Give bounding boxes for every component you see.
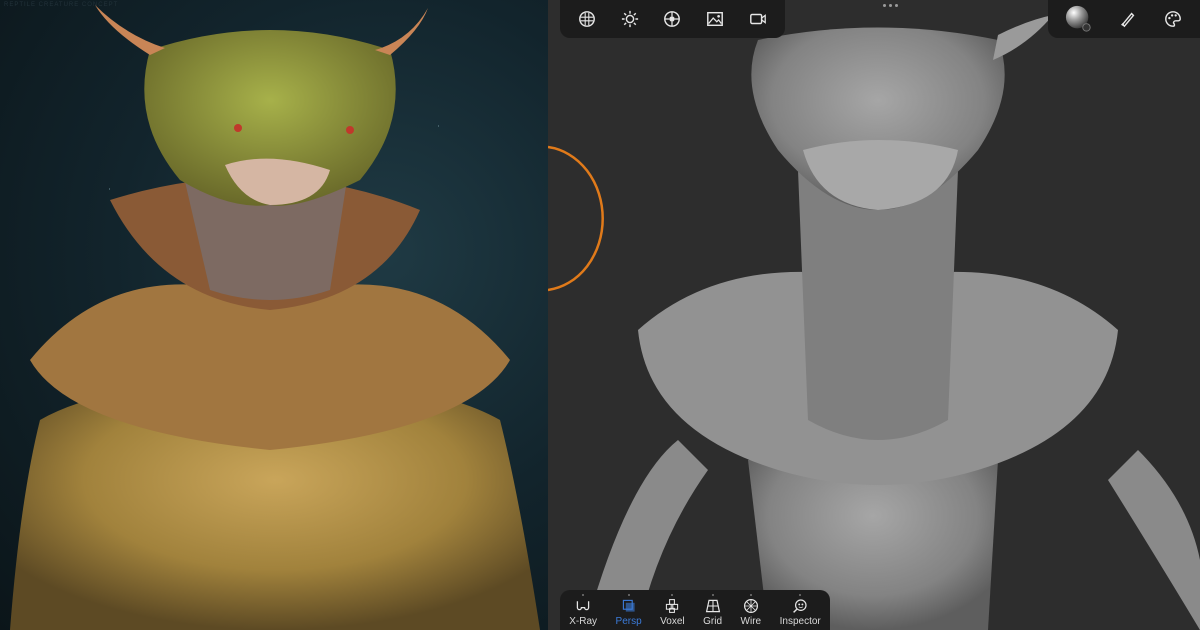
material-icon — [1065, 5, 1091, 32]
lighting-button[interactable] — [619, 8, 641, 30]
background-button[interactable] — [704, 8, 726, 30]
render-image: REPTILE CREATURE CONCEPT — [0, 0, 548, 630]
voxel-label: Voxel — [660, 616, 685, 627]
more-options-button[interactable] — [883, 4, 898, 7]
top-toolbar — [560, 0, 785, 38]
background-icon — [707, 11, 723, 27]
xray-icon — [576, 601, 590, 611]
persp-label: Persp — [615, 616, 642, 627]
gray-creature-sculpt — [588, 15, 1200, 630]
lighting-icon — [621, 10, 638, 28]
brush-button[interactable] — [1117, 8, 1139, 30]
palette-button[interactable] — [1162, 8, 1184, 30]
xray-button[interactable]: X-Ray — [569, 594, 598, 628]
inspector-button[interactable]: Inspector — [779, 594, 821, 628]
persp-icon — [622, 599, 635, 612]
inspector-label: Inspector — [779, 616, 821, 627]
colored-creature-bust — [10, 5, 540, 630]
brush-cursor-ring — [548, 145, 604, 292]
wire-label: Wire — [740, 616, 762, 627]
shading-button[interactable] — [661, 8, 683, 30]
grid-button[interactable]: Grid — [703, 594, 723, 628]
voxel-icon — [666, 599, 679, 613]
wire-button[interactable]: Wire — [740, 594, 762, 628]
right-toolbar — [1048, 0, 1200, 38]
scene-icon — [579, 11, 596, 27]
grid-label: Grid — [703, 616, 723, 627]
brush-icon — [1121, 12, 1135, 28]
wire-icon — [743, 599, 758, 613]
voxel-button[interactable]: Voxel — [660, 594, 685, 628]
scene-button[interactable] — [576, 8, 598, 30]
camera-icon — [749, 13, 766, 25]
inspector-icon — [793, 599, 807, 613]
bottom-toolbar: X-Ray Persp Voxel Grid Wire Inspector — [560, 590, 830, 630]
xray-label: X-Ray — [569, 616, 598, 627]
sculpt-viewport[interactable] — [548, 0, 1200, 630]
material-button[interactable] — [1064, 4, 1094, 34]
camera-button[interactable] — [747, 8, 769, 30]
persp-button[interactable]: Persp — [615, 594, 642, 628]
grid-icon — [705, 599, 720, 613]
shading-icon — [664, 11, 681, 27]
palette-icon — [1165, 11, 1182, 27]
ellipsis-icon — [883, 4, 886, 7]
